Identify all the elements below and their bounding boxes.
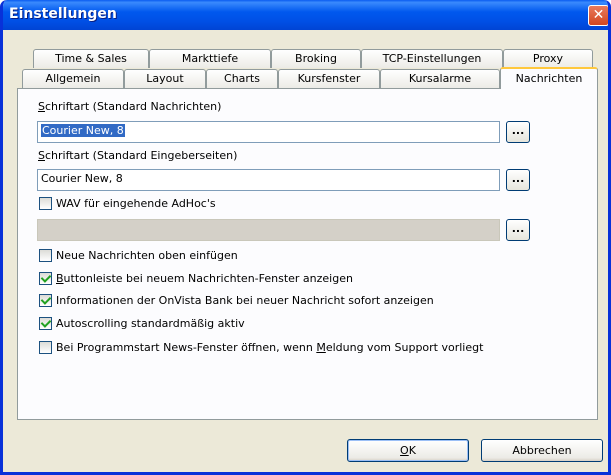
new-on-top-checkbox[interactable]: [39, 248, 52, 262]
tab-label: Proxy: [532, 52, 564, 65]
wav-browse-button[interactable]: ...: [506, 219, 530, 241]
font-input-field[interactable]: Courier New, 8: [37, 169, 500, 191]
font-input-value: Courier New, 8: [41, 172, 123, 185]
nachrichten-panel: Schriftart (Standard Nachrichten) Courie…: [17, 88, 598, 420]
buttonbar-row[interactable]: Buttonleiste bei neuem Nachrichten-Fenst…: [39, 270, 353, 286]
tab-label: Broking: [295, 52, 337, 65]
tab-time-sales[interactable]: Time & Sales: [33, 49, 149, 68]
wav-label: WAV für eingehende AdHoc's: [56, 196, 216, 210]
onvista-label: Informationen der OnVista Bank bei neuer…: [56, 293, 434, 307]
tab-tcp-einstellungen[interactable]: TCP-Einstellungen: [361, 49, 503, 68]
accel-key: S: [38, 100, 45, 113]
tab-proxy[interactable]: Proxy: [503, 49, 593, 68]
onvista-checkbox[interactable]: [39, 293, 52, 307]
font-input-browse-button[interactable]: ...: [506, 169, 530, 191]
label-text: uttonleiste bei neuem Nachrichten-Fenste…: [63, 271, 353, 285]
label-text: chriftart (Standard Nachrichten): [44, 100, 222, 113]
cancel-button[interactable]: Abbrechen: [481, 439, 603, 462]
font-news-input[interactable]: Courier New, 8: [37, 121, 500, 143]
label-text: Bei Programmstart News-Fenster öffnen, w…: [56, 340, 317, 354]
label-text: eldung vom Support vorliegt: [325, 340, 484, 354]
tab-label: Markttiefe: [181, 52, 239, 65]
buttonbar-checkbox[interactable]: [39, 271, 52, 285]
newsstart-row[interactable]: Bei Programmstart News-Fenster öffnen, w…: [39, 339, 483, 355]
new-on-top-row[interactable]: Neue Nachrichten oben einfügen: [39, 247, 238, 263]
window-title: Einstellungen: [9, 6, 117, 22]
button-label: ...: [511, 124, 525, 137]
tab-label: Nachrichten: [515, 72, 583, 85]
newsstart-label: Bei Programmstart News-Fenster öffnen, w…: [56, 341, 483, 354]
font-news-browse-button[interactable]: ...: [506, 121, 530, 143]
wav-path-input[interactable]: [37, 219, 500, 241]
tab-markttiefe[interactable]: Markttiefe: [149, 49, 271, 68]
font-news-value: Courier New, 8: [41, 124, 125, 137]
font-input-label: Schriftart (Standard Eingeberseiten): [38, 149, 237, 162]
autoscroll-checkbox[interactable]: [39, 316, 52, 330]
close-button[interactable]: ✕: [588, 5, 608, 26]
tab-label: Allgemein: [45, 72, 101, 85]
tab-label: Time & Sales: [55, 52, 127, 65]
tab-label: Kursalarme: [408, 72, 472, 85]
ok-button[interactable]: OK: [347, 439, 469, 462]
tab-label: Kursfenster: [297, 72, 361, 85]
tab-nachrichten[interactable]: Nachrichten: [500, 67, 598, 89]
close-icon: ✕: [592, 7, 605, 23]
newsstart-checkbox[interactable]: [39, 340, 52, 354]
font-news-label: Schriftart (Standard Nachrichten): [38, 100, 221, 113]
accel-key: B: [56, 271, 64, 285]
button-label: ...: [511, 222, 525, 235]
tab-allgemein[interactable]: Allgemein: [22, 69, 124, 88]
buttonbar-label: Buttonleiste bei neuem Nachrichten-Fenst…: [56, 272, 353, 285]
tab-label: Layout: [146, 72, 184, 85]
tab-label: TCP-Einstellungen: [382, 52, 482, 65]
label-text: chriftart (Standard Eingeberseiten): [44, 149, 238, 162]
button-label: ...: [511, 172, 525, 185]
accel-key: O: [400, 444, 409, 457]
wav-checkbox[interactable]: [39, 196, 52, 210]
accel-key: S: [38, 149, 45, 162]
button-label: K: [408, 444, 416, 457]
tab-charts[interactable]: Charts: [206, 69, 278, 88]
autoscroll-row[interactable]: Autoscrolling standardmäßig aktiv: [39, 315, 245, 331]
tab-kursfenster[interactable]: Kursfenster: [278, 69, 380, 88]
wav-checkbox-row[interactable]: WAV für eingehende AdHoc's: [39, 195, 216, 211]
tab-label: Charts: [224, 72, 260, 85]
accel-key: M: [316, 340, 326, 354]
settings-dialog: Einstellungen ✕ Time & Sales Markttiefe …: [0, 0, 611, 475]
button-label: Abbrechen: [512, 444, 572, 457]
tab-layout[interactable]: Layout: [124, 69, 206, 88]
title-bar[interactable]: Einstellungen ✕: [3, 0, 608, 30]
tab-kursalarme[interactable]: Kursalarme: [380, 69, 500, 88]
autoscroll-label: Autoscrolling standardmäßig aktiv: [56, 316, 245, 330]
onvista-row[interactable]: Informationen der OnVista Bank bei neuer…: [39, 292, 434, 308]
tab-broking[interactable]: Broking: [271, 49, 361, 68]
new-on-top-label: Neue Nachrichten oben einfügen: [56, 248, 238, 262]
